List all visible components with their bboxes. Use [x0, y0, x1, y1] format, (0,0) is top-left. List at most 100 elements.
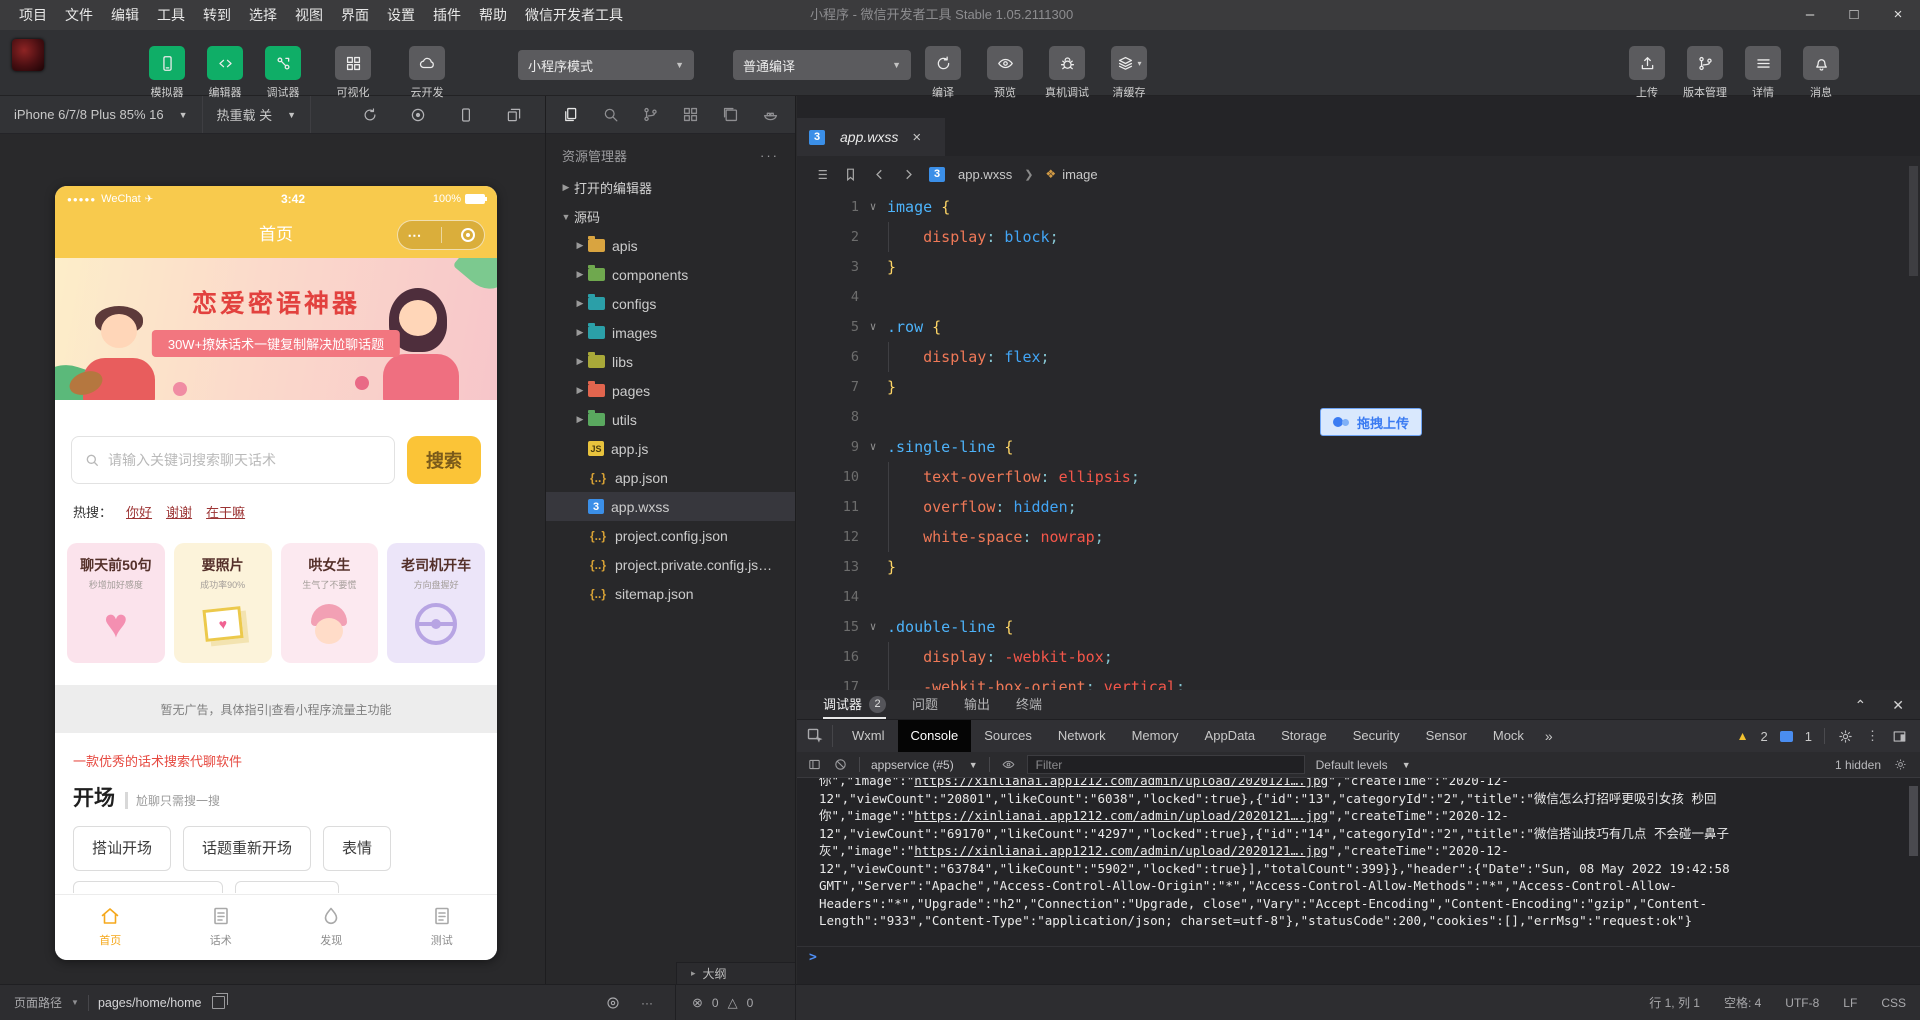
close-panel-icon[interactable]: ✕: [1892, 690, 1904, 720]
menu-item-11[interactable]: 微信开发者工具: [516, 0, 632, 30]
上传-button[interactable]: [1629, 46, 1665, 80]
调试器-button[interactable]: [265, 46, 301, 80]
devtools-tab-Sources[interactable]: Sources: [971, 720, 1045, 752]
category-card[interactable]: 要照片 成功率90% ♥: [173, 543, 272, 663]
close-icon[interactable]: ×: [912, 129, 921, 146]
clear-console-icon[interactable]: [833, 757, 848, 772]
menu-item-5[interactable]: 选择: [240, 0, 286, 30]
tree-file[interactable]: {..} project.private.config.js…: [546, 550, 795, 579]
cursor-position[interactable]: 行 1, 列 1: [1649, 994, 1700, 1011]
message-count[interactable]: 1: [1805, 729, 1812, 744]
tree-folder[interactable]: ▶ configs: [546, 289, 795, 318]
context-select[interactable]: appservice (#5) ▼: [871, 758, 978, 772]
outline-section[interactable]: ▸ 大纲: [676, 962, 795, 984]
menu-item-7[interactable]: 界面: [332, 0, 378, 30]
console-link[interactable]: https://xinlianai.app1212.com/admin/uplo…: [914, 778, 1328, 788]
devtools-tab-Memory[interactable]: Memory: [1119, 720, 1192, 752]
debugger-tab-调试器[interactable]: 调试器 2: [823, 690, 887, 719]
topic-chip[interactable]: 搭讪开场: [73, 826, 172, 871]
编辑器-button[interactable]: [207, 46, 243, 80]
minimize-button[interactable]: –: [1788, 0, 1832, 30]
menu-item-1[interactable]: 文件: [56, 0, 102, 30]
云开发-button[interactable]: [409, 46, 445, 80]
devtools-tab-Console[interactable]: Console: [897, 720, 972, 752]
phone-tab-发现[interactable]: 发现: [276, 895, 387, 960]
console-filter-input[interactable]: [1026, 755, 1305, 774]
breadcrumb-file[interactable]: 3 app.wxss: [929, 166, 1012, 182]
more-icon[interactable]: ···: [760, 148, 779, 163]
eye-icon[interactable]: [605, 995, 621, 1011]
devtools-tab-Mock[interactable]: Mock: [1480, 720, 1537, 752]
清缓存-button[interactable]: ▾: [1111, 46, 1147, 80]
maximize-button[interactable]: □: [1832, 0, 1876, 30]
search-button[interactable]: 搜索: [407, 436, 481, 484]
topic-chip[interactable]: 话题重新开场: [183, 826, 312, 871]
drag-upload-button[interactable]: 拖拽上传: [1320, 408, 1423, 436]
category-card[interactable]: 老司机开车 方向盘握好: [387, 543, 485, 663]
fold-arrow[interactable]: ∨: [859, 432, 887, 462]
tree-folder[interactable]: ▶ images: [546, 318, 795, 347]
files-icon[interactable]: [561, 105, 580, 124]
tree-folder[interactable]: ▶ utils: [546, 405, 795, 434]
phone-tab-首页[interactable]: 首页: [55, 895, 166, 960]
console-link[interactable]: https://xinlianai.app1212.com/admin/uplo…: [914, 808, 1328, 823]
more-icon[interactable]: ···: [641, 996, 653, 1010]
tree-section[interactable]: ▶ 打开的编辑器: [546, 173, 795, 202]
category-card[interactable]: 聊天前50句 秒增加好感度 ♥: [67, 543, 165, 663]
phone-tab-测试[interactable]: 测试: [387, 895, 498, 960]
fold-arrow[interactable]: ∨: [859, 612, 887, 642]
copy-icon[interactable]: [212, 993, 229, 1009]
save-all-icon[interactable]: [721, 105, 740, 124]
tree-section[interactable]: ▼ 源码: [546, 202, 795, 231]
device-icon[interactable]: [457, 106, 475, 124]
overflow-tabs-icon[interactable]: »: [1537, 728, 1561, 744]
promo-banner[interactable]: 恋爱密语神器 30W+撩妹话术一键复制解决尬聊话题: [55, 258, 497, 400]
close-button[interactable]: ×: [1876, 0, 1920, 30]
outline-list-icon[interactable]: [813, 166, 830, 183]
tree-folder[interactable]: ▶ components: [546, 260, 795, 289]
console-scrollbar[interactable]: [1909, 786, 1918, 856]
消息-button[interactable]: [1803, 46, 1839, 80]
close-capsule-icon[interactable]: [460, 228, 475, 242]
gear-icon[interactable]: [1893, 757, 1908, 772]
mode-select[interactable]: 小程序模式 ▼: [518, 50, 694, 80]
git-icon[interactable]: [641, 105, 660, 124]
devtools-tab-Storage[interactable]: Storage: [1268, 720, 1340, 752]
devtools-tab-Wxml[interactable]: Wxml: [839, 720, 898, 752]
back-icon[interactable]: [871, 166, 888, 183]
menu-item-9[interactable]: 插件: [424, 0, 470, 30]
tree-file[interactable]: {..} sitemap.json: [546, 579, 795, 608]
详情-button[interactable]: [1745, 46, 1781, 80]
grid-icon[interactable]: [681, 105, 700, 124]
menu-item-10[interactable]: 帮助: [470, 0, 516, 30]
clipped-chip[interactable]: [235, 881, 339, 893]
tree-folder[interactable]: ▶ pages: [546, 376, 795, 405]
可视化-button[interactable]: [335, 46, 371, 80]
category-card[interactable]: 哄女生 生气了不要慌: [280, 543, 379, 663]
console-prompt[interactable]: >: [797, 946, 1920, 968]
topic-chip[interactable]: 表情: [323, 826, 392, 871]
log-levels-select[interactable]: Default levels ▼: [1316, 758, 1411, 772]
breadcrumb-symbol[interactable]: ❖ image: [1045, 167, 1097, 182]
真机调试-button[interactable]: [1049, 46, 1085, 80]
language-mode[interactable]: CSS: [1881, 996, 1906, 1010]
hot-search-link[interactable]: 谢谢: [166, 502, 192, 521]
gear-icon[interactable]: [1837, 728, 1854, 745]
refresh-icon[interactable]: [361, 106, 379, 124]
collapse-panel-icon[interactable]: ⌃: [1855, 690, 1867, 720]
wechat-capsule[interactable]: ⋯: [397, 220, 485, 250]
menu-item-0[interactable]: 项目: [10, 0, 56, 30]
inspect-icon[interactable]: [805, 725, 833, 747]
debugger-tab-终端[interactable]: 终端: [1016, 690, 1042, 719]
whale-icon[interactable]: [761, 105, 780, 124]
tree-file[interactable]: 3 app.wxss: [546, 492, 795, 521]
menu-item-3[interactable]: 工具: [148, 0, 194, 30]
devtools-tab-Network[interactable]: Network: [1045, 720, 1119, 752]
fold-arrow[interactable]: ∨: [859, 192, 887, 222]
editor-scrollbar[interactable]: [1909, 166, 1918, 276]
search-input[interactable]: [108, 452, 382, 468]
compile-mode-select[interactable]: 普通编译 ▼: [733, 50, 911, 80]
dock-icon[interactable]: [1891, 728, 1908, 745]
search-icon[interactable]: [601, 105, 620, 124]
clipped-chip[interactable]: [73, 881, 223, 893]
